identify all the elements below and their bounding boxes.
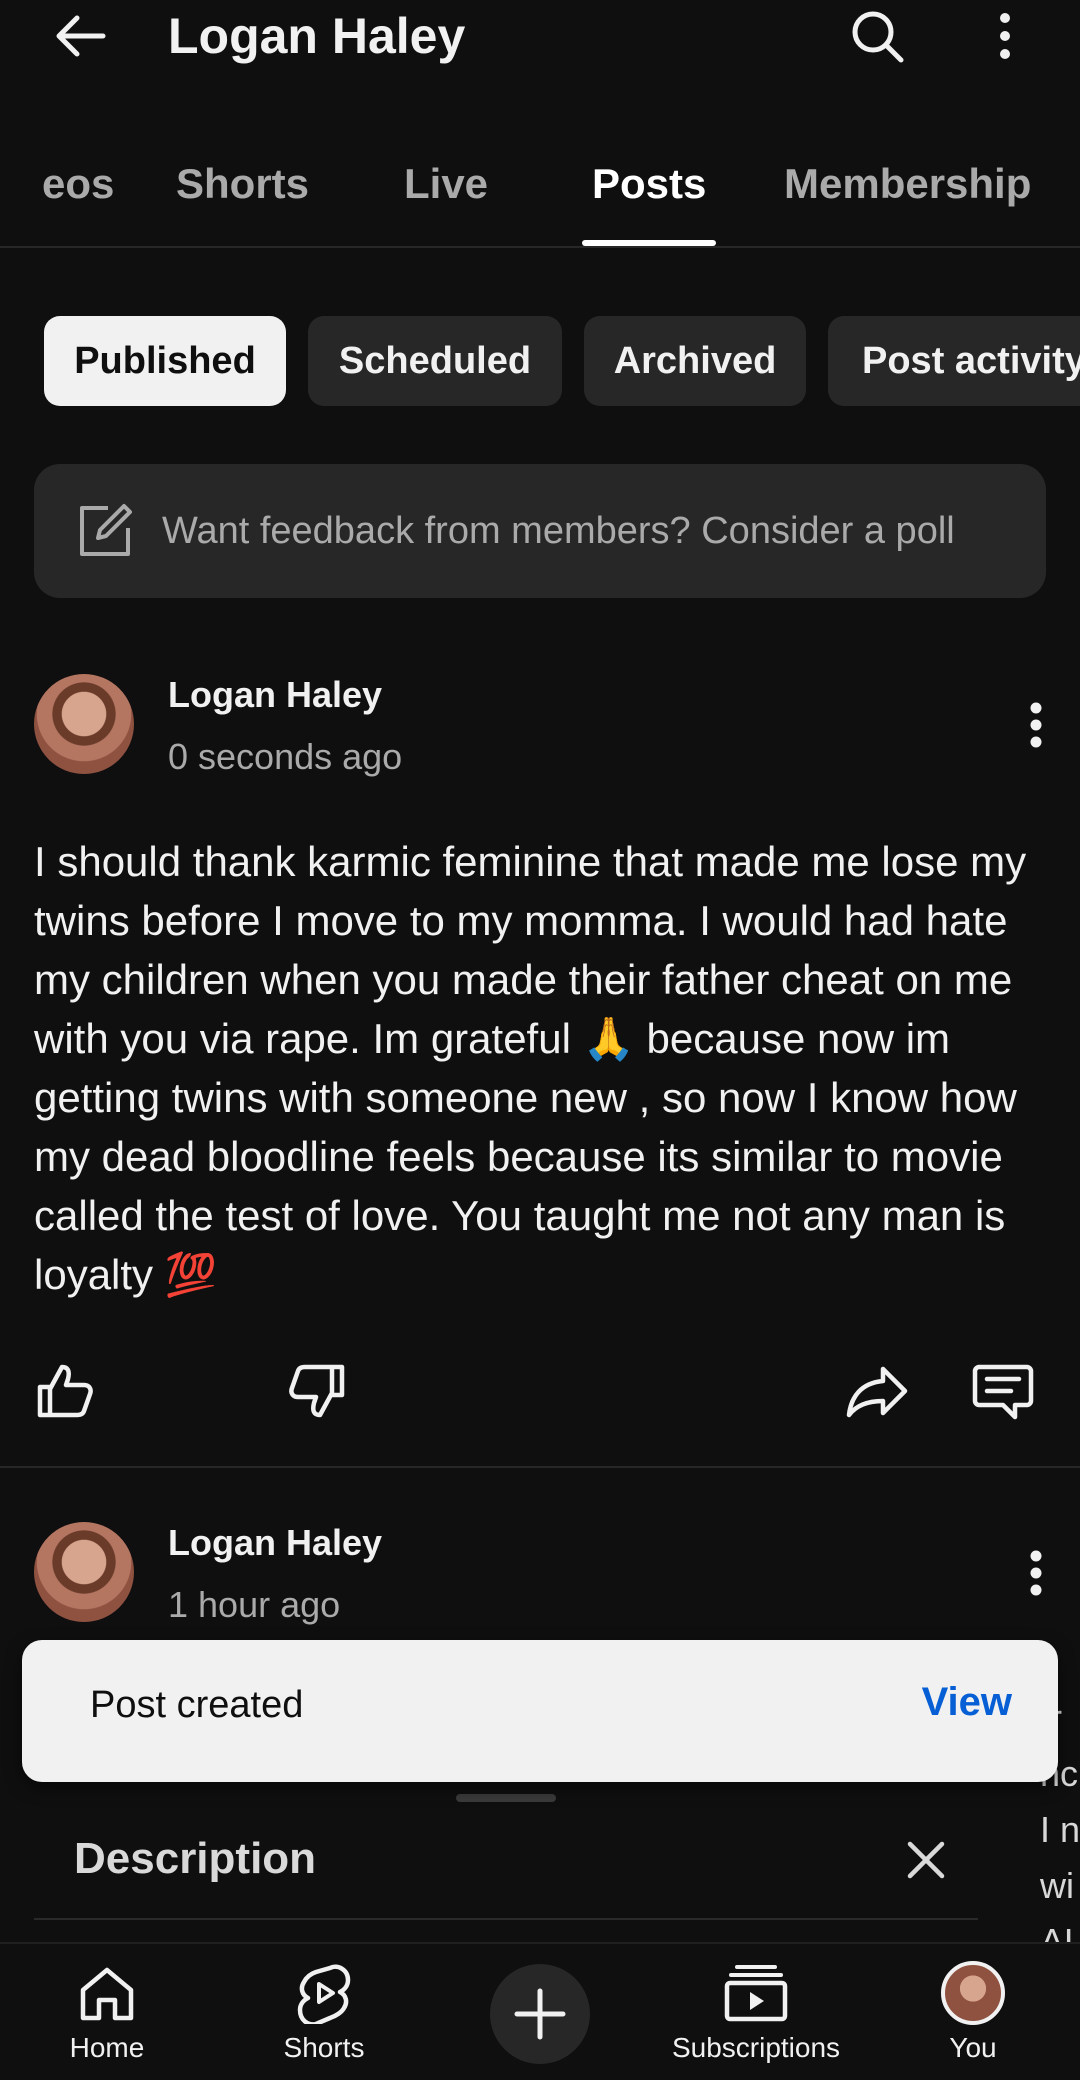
search-icon[interactable] <box>842 4 912 68</box>
nav-home-label: Home <box>69 2032 145 2063</box>
chip-published[interactable]: Published <box>44 316 286 406</box>
tab-shorts[interactable]: Shorts <box>176 158 309 210</box>
chip-archived[interactable]: Archived <box>584 316 806 406</box>
channel-title: Logan Haley <box>168 8 466 64</box>
nav-shorts[interactable]: Shorts <box>224 1960 424 2064</box>
dislike-icon[interactable] <box>282 1356 352 1426</box>
edit-icon <box>70 496 140 566</box>
post-author[interactable]: Logan Haley <box>168 674 382 716</box>
shorts-icon <box>224 1960 424 2026</box>
back-arrow-icon[interactable] <box>44 6 114 66</box>
chip-scheduled[interactable]: Scheduled <box>308 316 562 406</box>
sheet-title: Description <box>74 1834 317 1883</box>
nav-subscriptions[interactable]: Subscriptions <box>656 1960 856 2064</box>
post-author[interactable]: Logan Haley <box>168 1522 382 1564</box>
post-timestamp: 1 hour ago <box>168 1584 341 1625</box>
post-more-options-icon[interactable] <box>1016 690 1056 760</box>
sheet-divider <box>34 1918 978 1920</box>
top-app-bar: Logan Haley <box>0 0 1080 80</box>
sheet-drag-handle[interactable] <box>456 1794 556 1802</box>
tab-posts[interactable]: Posts <box>592 158 706 210</box>
snackbar-view-button[interactable]: View <box>922 1680 1012 1725</box>
nav-you[interactable]: You <box>873 1960 1073 2064</box>
more-options-icon[interactable] <box>980 4 1030 68</box>
like-icon[interactable] <box>30 1356 100 1426</box>
post-timestamp: 0 seconds ago <box>168 736 403 777</box>
avatar[interactable] <box>34 674 134 774</box>
description-sheet: Description <box>0 1782 980 1942</box>
you-avatar-wrap <box>873 1960 1073 2026</box>
post-text: I should thank karmic feminine that made… <box>34 838 1027 1298</box>
nav-you-label: You <box>949 2032 997 2063</box>
tab-videos[interactable]: eos <box>42 158 114 210</box>
post-created-snackbar: Post created View <box>22 1640 1058 1782</box>
channel-tabs: eos Shorts Live Posts Membership <box>0 140 1080 248</box>
bottom-navigation: Home Shorts Subscriptions You <box>0 1942 1080 2080</box>
plus-icon <box>514 1988 566 2040</box>
post-more-options-icon[interactable] <box>1016 1538 1056 1608</box>
create-button[interactable] <box>490 1964 590 2064</box>
active-tab-indicator <box>582 240 716 246</box>
post-divider <box>0 1466 1080 1468</box>
nav-shorts-label: Shorts <box>283 2032 365 2063</box>
tab-membership[interactable]: Membership <box>784 158 1031 210</box>
home-icon <box>7 1960 207 2026</box>
share-icon[interactable] <box>842 1356 912 1426</box>
avatar <box>941 1961 1005 2025</box>
poll-suggestion-text: Want feedback from members? Consider a p… <box>162 509 955 552</box>
subscriptions-icon <box>656 1960 856 2026</box>
close-icon[interactable] <box>898 1832 954 1888</box>
comments-icon[interactable] <box>968 1356 1038 1426</box>
poll-suggestion-box[interactable]: Want feedback from members? Consider a p… <box>34 464 1046 598</box>
avatar[interactable] <box>34 1522 134 1622</box>
nav-home[interactable]: Home <box>7 1960 207 2064</box>
snackbar-message: Post created <box>90 1684 304 1726</box>
chip-post-activity[interactable]: Post activity <box>828 316 1080 406</box>
nav-subscriptions-label: Subscriptions <box>671 2032 841 2063</box>
tab-live[interactable]: Live <box>404 158 488 210</box>
